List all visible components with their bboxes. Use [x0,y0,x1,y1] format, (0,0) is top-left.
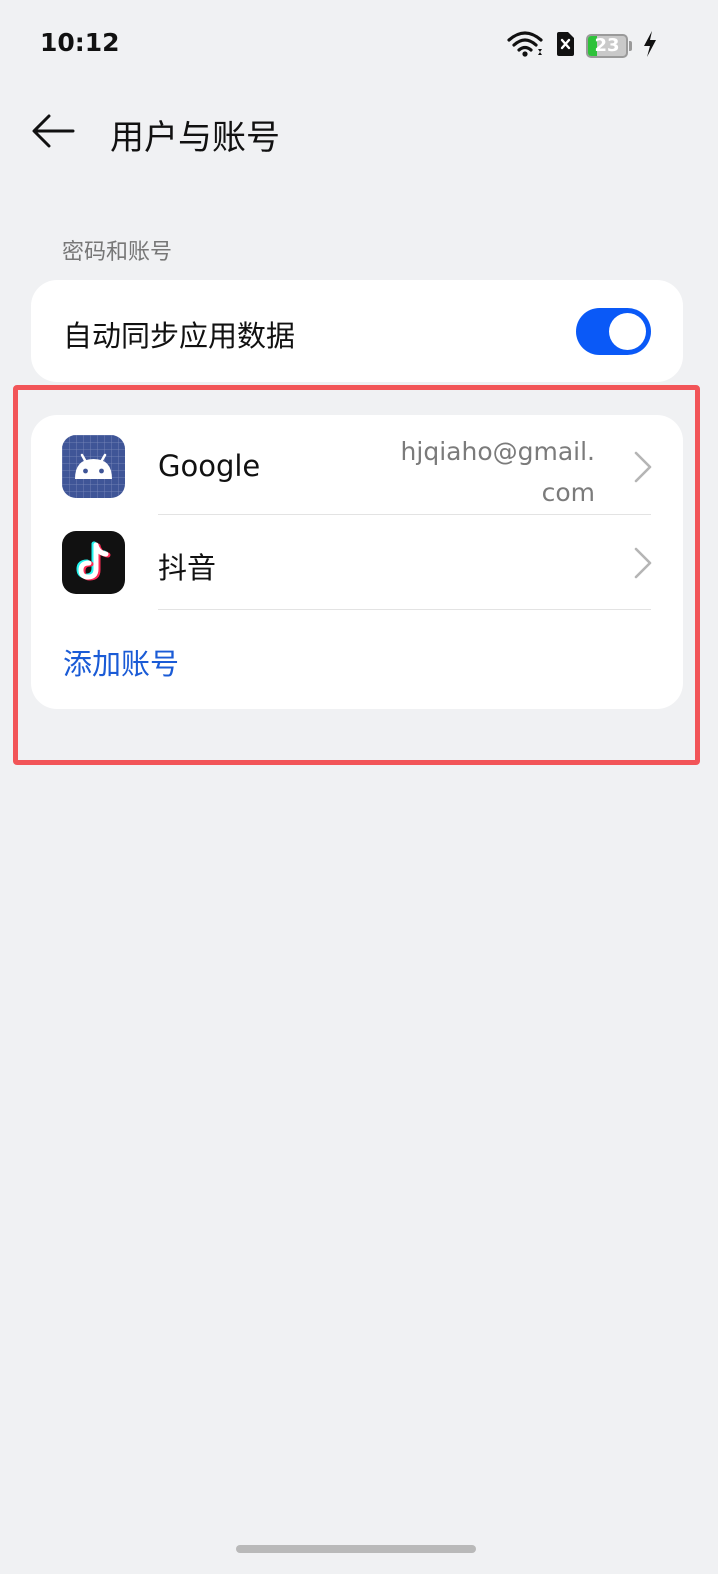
android-icon [62,435,125,498]
section-label: 密码和账号 [62,240,173,265]
account-name: 抖音 [158,551,217,585]
account-row-google[interactable]: Google hjqiaho@gmail.com [31,415,683,514]
divider [158,609,651,610]
battery-icon: 23 [586,34,628,58]
status-bar: 10:12 23 [0,0,718,88]
toggle-knob [609,313,646,350]
chevron-right-icon [631,545,655,581]
home-indicator[interactable] [236,1545,476,1553]
add-account-button[interactable]: 添加账号 [63,641,179,683]
account-email: hjqiaho@gmail.com [400,437,595,507]
accounts-card: Google hjqiaho@gmail.com 抖音 添加账号 [31,415,683,709]
sync-toggle[interactable] [576,308,651,355]
battery-level: 23 [594,35,620,56]
account-name: Google [158,449,261,483]
sync-card: 自动同步应用数据 [31,280,683,382]
battery-cap [629,41,632,51]
page-title: 用户与账号 [110,118,280,158]
header: 用户与账号 [0,100,718,164]
wifi-icon [506,30,544,62]
account-row-douyin[interactable]: 抖音 [31,515,683,610]
screen: 10:12 23 用户与账号 密码和账号 自动同步应用数据 Google hjq… [0,0,718,1574]
chevron-right-icon [631,449,655,485]
sync-label: 自动同步应用数据 [63,319,296,353]
back-button[interactable] [28,108,78,158]
sim-error-icon [554,30,576,62]
charging-icon [642,30,658,62]
arrow-left-icon [31,113,75,153]
status-icons: 23 [506,30,658,62]
douyin-icon [62,531,125,594]
status-time: 10:12 [40,28,120,57]
